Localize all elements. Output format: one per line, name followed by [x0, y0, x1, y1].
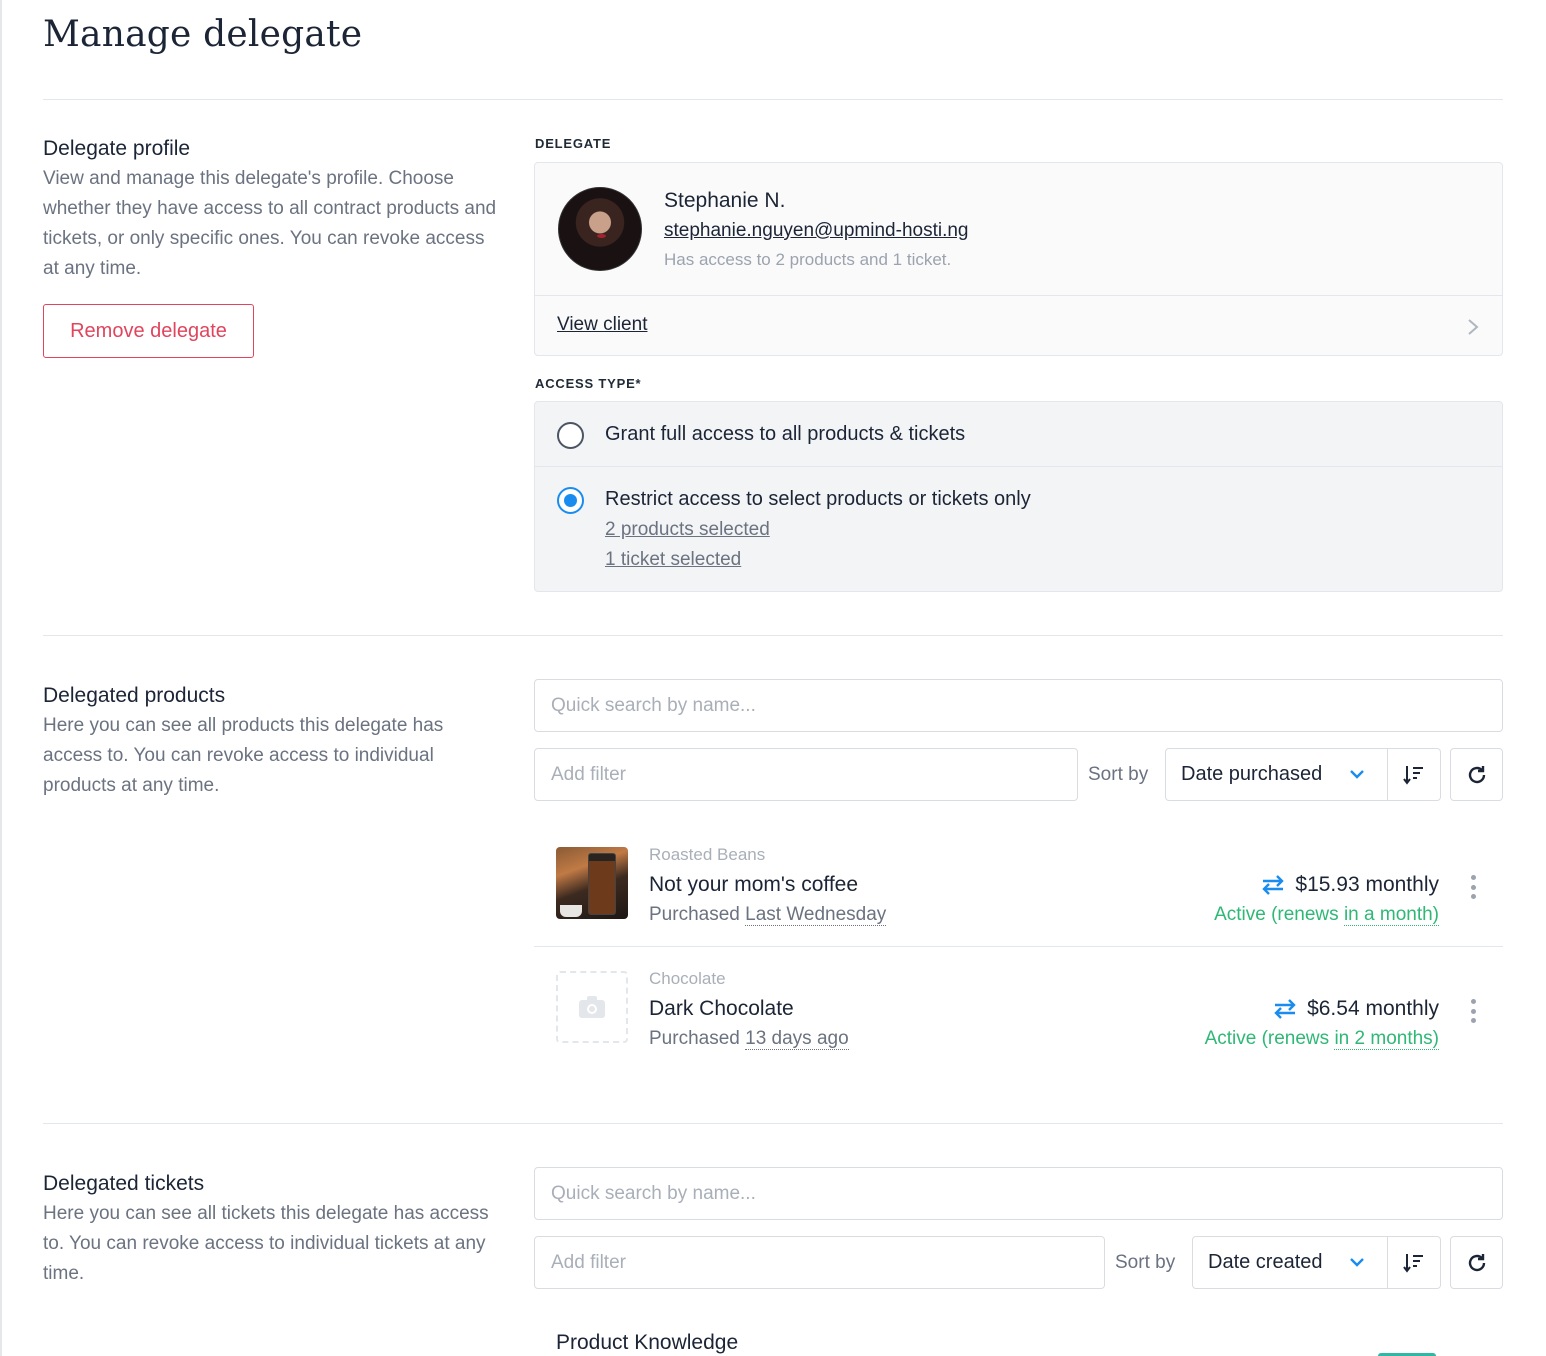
product-thumbnail-placeholder [556, 971, 628, 1043]
delegate-card: Stephanie N. stephanie.nguyen@upmind-hos… [534, 162, 1503, 356]
chevron-down-icon [1350, 1258, 1364, 1267]
more-options-icon[interactable] [1469, 999, 1477, 1023]
view-client-link[interactable]: View client [557, 314, 647, 336]
tickets-sort-select[interactable]: Date created [1192, 1236, 1388, 1289]
radio-restricted-access[interactable] [557, 487, 584, 514]
delegate-label: DELEGATE [535, 136, 612, 151]
tickets-refresh-button[interactable] [1450, 1236, 1503, 1289]
products-filter-input[interactable] [534, 748, 1078, 801]
product-purchased: Purchased 13 days ago [649, 1028, 849, 1050]
tickets-filter-input[interactable] [534, 1236, 1105, 1289]
chevron-down-icon [1350, 770, 1364, 779]
refresh-icon [1468, 765, 1485, 783]
refresh-icon [1468, 1253, 1485, 1271]
tickets-sort-label: Sort by [1115, 1252, 1176, 1273]
chevron-right-icon[interactable] [1466, 317, 1480, 337]
sort-descending-icon [1403, 1253, 1423, 1273]
renewal-date: in a month) [1343, 904, 1439, 926]
delegated-products-description: Here you can see all products this deleg… [43, 715, 444, 796]
product-status: Active (renews in a month) [1214, 904, 1439, 926]
recurring-icon [1274, 999, 1296, 1019]
camera-icon [579, 996, 605, 1018]
sort-descending-icon [1403, 765, 1423, 785]
product-price: $6.54 monthly [1273, 997, 1439, 1021]
product-category: Chocolate [649, 969, 726, 988]
delegate-profile-title: Delegate profile [43, 137, 191, 160]
products-search-input[interactable] [534, 679, 1503, 732]
delegated-tickets-description: Here you can see all tickets this delega… [43, 1203, 489, 1284]
divider [43, 635, 1503, 636]
product-name[interactable]: Dark Chocolate [649, 997, 794, 1021]
remove-delegate-button[interactable]: Remove delegate [43, 304, 254, 358]
restricted-access-label[interactable]: Restrict access to select products or ti… [605, 488, 1031, 511]
divider [43, 1123, 1503, 1124]
product-purchased: Purchased Last Wednesday [649, 904, 887, 926]
access-type-group: Grant full access to all products & tick… [534, 401, 1503, 592]
tickets-sort-direction-button[interactable] [1388, 1236, 1441, 1289]
products-sort-select[interactable]: Date purchased [1165, 748, 1388, 801]
product-thumbnail [556, 847, 628, 919]
avatar [558, 187, 642, 271]
radio-full-access[interactable] [557, 422, 584, 449]
delegated-products-title: Delegated products [43, 684, 226, 707]
product-name[interactable]: Not your mom's coffee [649, 873, 858, 897]
purchased-date: Last Wednesday [745, 904, 887, 926]
products-selected-link[interactable]: 2 products selected [605, 519, 770, 541]
products-sort-value: Date purchased [1181, 763, 1323, 785]
renewal-date: in 2 months) [1334, 1028, 1439, 1050]
delegated-tickets-title: Delegated tickets [43, 1172, 205, 1195]
delegate-profile-description: View and manage this delegate's profile.… [43, 168, 497, 279]
tickets-sort-value: Date created [1208, 1251, 1323, 1273]
access-type-label: ACCESS TYPE* [535, 376, 642, 391]
recurring-icon [1262, 875, 1285, 895]
window-edge [0, 0, 2, 1356]
page-title: Manage delegate [43, 14, 363, 55]
products-sort-direction-button[interactable] [1388, 748, 1441, 801]
product-price: $15.93 monthly [1261, 873, 1439, 897]
product-status: Active (renews in 2 months) [1204, 1028, 1439, 1050]
products-refresh-button[interactable] [1450, 748, 1503, 801]
product-row[interactable]: Roasted Beans Not your mom's coffee Purc… [534, 823, 1503, 947]
product-row[interactable]: Chocolate Dark Chocolate Purchased 13 da… [534, 947, 1503, 1071]
product-category: Roasted Beans [649, 845, 766, 864]
divider [43, 99, 1503, 100]
ticket-title[interactable]: Product Knowledge [556, 1331, 738, 1355]
purchased-date: 13 days ago [745, 1028, 849, 1050]
tickets-search-input[interactable] [534, 1167, 1503, 1220]
products-sort-label: Sort by [1088, 764, 1149, 785]
tickets-selected-link[interactable]: 1 ticket selected [605, 549, 741, 571]
access-divider [535, 466, 1502, 467]
card-divider [535, 295, 1502, 296]
delegate-access-summary: Has access to 2 products and 1 ticket. [664, 250, 952, 269]
delegate-email-link[interactable]: stephanie.nguyen@upmind-hosti.ng [664, 220, 969, 242]
more-options-icon[interactable] [1469, 875, 1477, 899]
full-access-label[interactable]: Grant full access to all products & tick… [605, 423, 965, 446]
delegate-name: Stephanie N. [664, 189, 786, 212]
